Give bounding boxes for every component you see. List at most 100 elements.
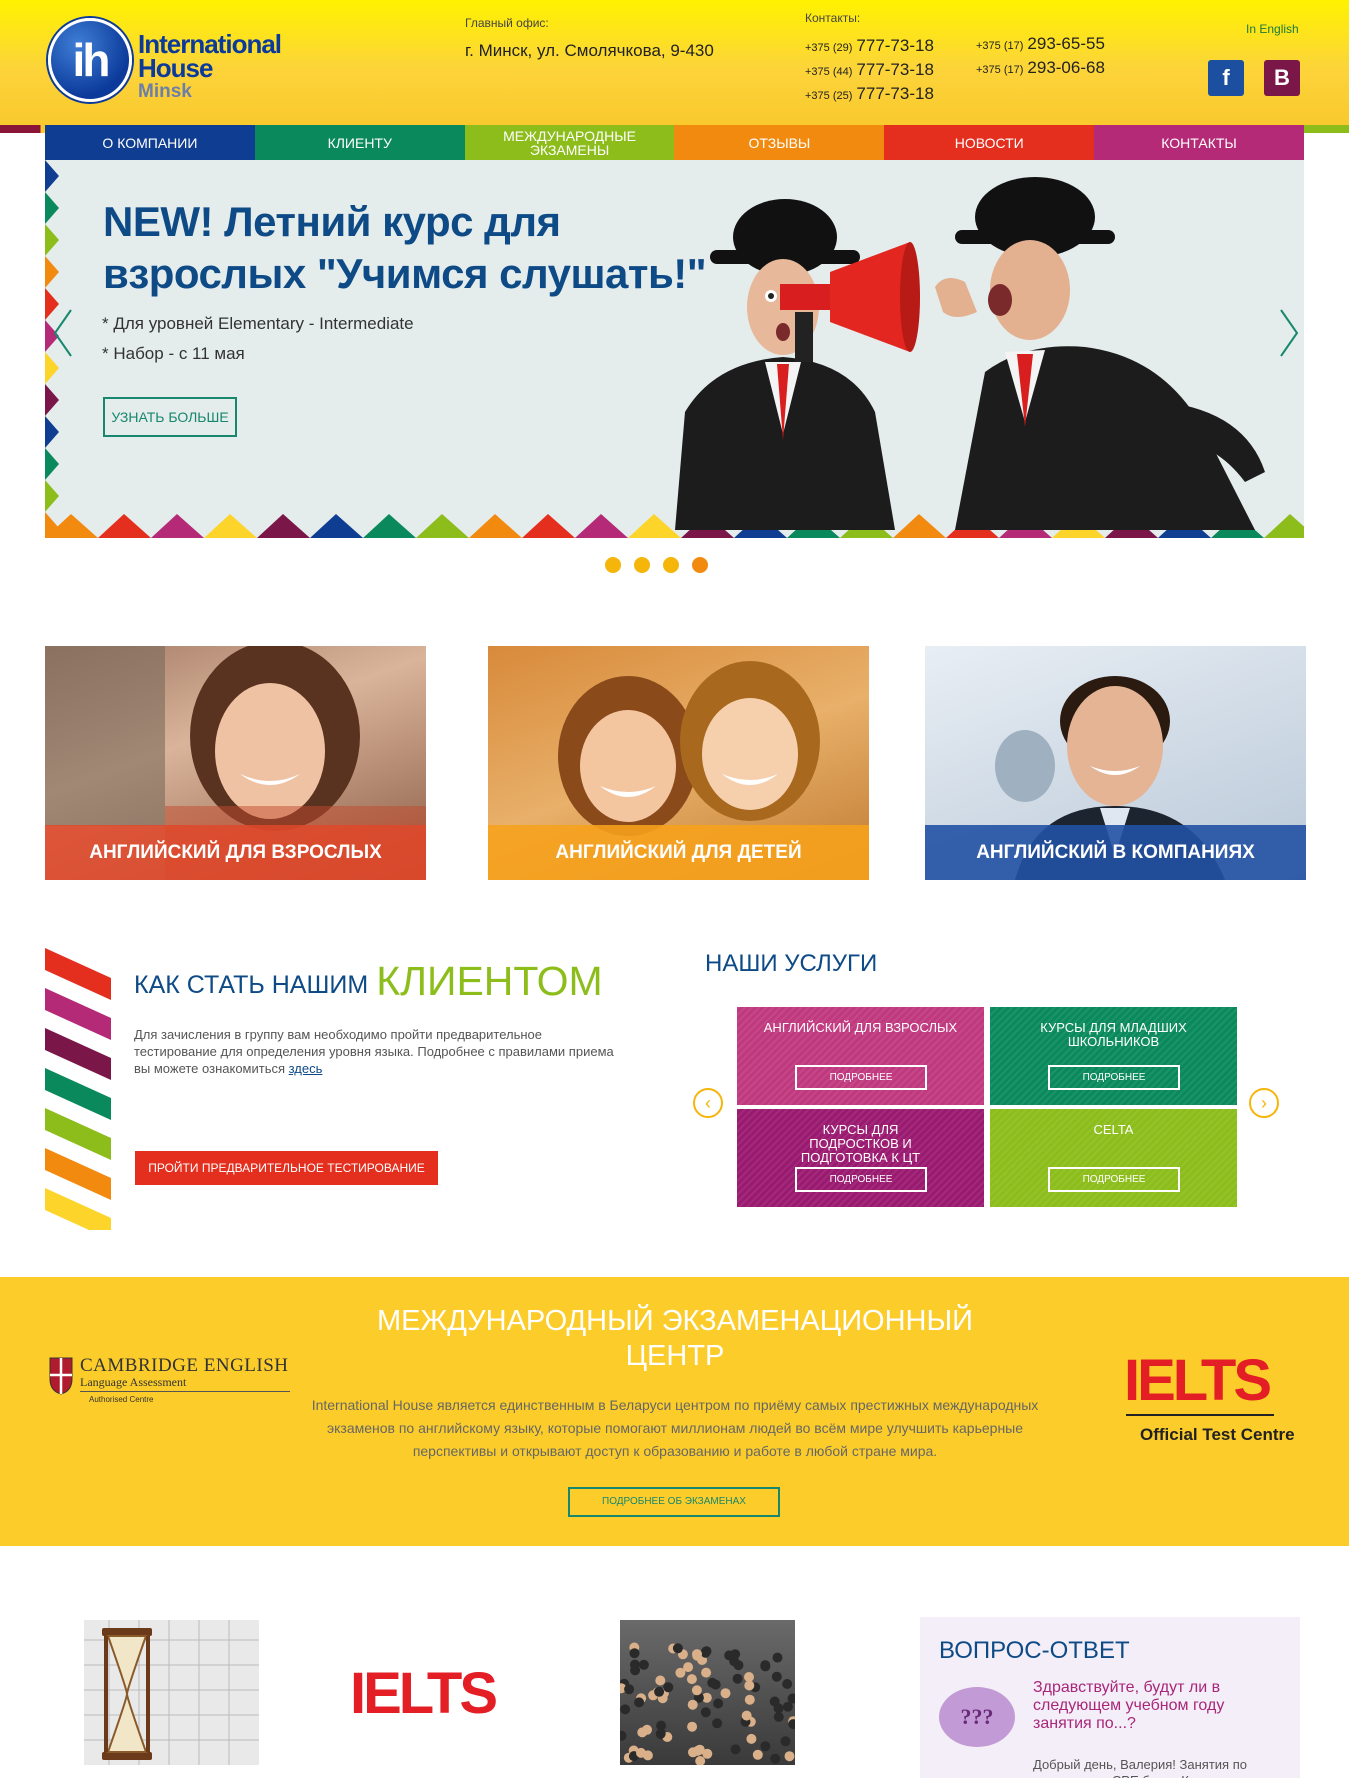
exams-more-button[interactable]: ПОДРОБНЕЕ ОБ ЭКЗАМЕНАХ bbox=[568, 1487, 780, 1517]
slider-triangle bbox=[45, 224, 59, 256]
slide-illustration bbox=[675, 177, 1265, 530]
service-card[interactable]: CELTA ПОДРОБНЕЕ bbox=[990, 1109, 1237, 1207]
logo-subtitle: Minsk bbox=[138, 81, 192, 102]
slider-triangle bbox=[45, 480, 59, 512]
services-next-icon[interactable]: › bbox=[1249, 1088, 1279, 1118]
cambridge-divider bbox=[80, 1391, 290, 1392]
office-label: Главный офис: bbox=[465, 16, 549, 30]
phone-number[interactable]: +375 (29) 777-73-18 bbox=[805, 35, 934, 59]
crowd-head bbox=[720, 1688, 731, 1699]
nav-item-reviews[interactable]: ОТЗЫВЫ bbox=[674, 125, 885, 160]
slider-dot[interactable] bbox=[605, 557, 621, 573]
faq-title: ВОПРОС-ОТВЕТ bbox=[939, 1637, 1130, 1664]
crowd-head bbox=[770, 1753, 781, 1764]
chevron-stripe bbox=[45, 988, 111, 1040]
slider-triangle bbox=[522, 514, 575, 538]
hourglass-icon bbox=[84, 1620, 259, 1765]
slider-triangle bbox=[469, 514, 522, 538]
nav-edge bbox=[1304, 125, 1349, 133]
rules-link[interactable]: здесь bbox=[289, 1061, 323, 1076]
category-label: АНГЛИЙСКИЙ ДЛЯ ВЗРОСЛЫХ bbox=[45, 825, 426, 880]
crowd-head bbox=[700, 1707, 711, 1718]
slider-next-icon[interactable] bbox=[1277, 308, 1301, 358]
service-label: КУРСЫ ДЛЯ ПОДРОСТКОВ И ПОДГОТОВКА К ЦТ bbox=[800, 1122, 921, 1165]
facebook-icon[interactable]: f bbox=[1208, 60, 1244, 96]
chevron-stripe bbox=[45, 1028, 111, 1080]
faq-widget: ВОПРОС-ОТВЕТ ??? Здравствуйте, будут ли … bbox=[920, 1617, 1300, 1778]
crowd-head bbox=[691, 1685, 702, 1696]
pretest-button[interactable]: ПРОЙТИ ПРЕДВАРИТЕЛЬНОЕ ТЕСТИРОВАНИЕ bbox=[135, 1151, 438, 1185]
service-more-button[interactable]: ПОДРОБНЕЕ bbox=[1048, 1167, 1180, 1192]
slider-dots bbox=[605, 557, 708, 573]
nav-item-contacts[interactable]: КОНТАКТЫ bbox=[1094, 125, 1304, 160]
crowd-head bbox=[642, 1750, 653, 1761]
slide-bullet: * Набор - с 11 мая bbox=[102, 344, 245, 363]
crowd-head bbox=[782, 1701, 793, 1712]
service-more-button[interactable]: ПОДРОБНЕЕ bbox=[1048, 1065, 1180, 1090]
slider-dot[interactable] bbox=[692, 557, 708, 573]
hero-slider: NEW! Летний курс для взрослых "Учимся сл… bbox=[45, 160, 1304, 538]
news-thumb-hourglass[interactable] bbox=[84, 1620, 259, 1765]
faq-question-link[interactable]: Здравствуйте, будут ли в следующем учебн… bbox=[1033, 1679, 1233, 1733]
lang-switch-link[interactable]: In English bbox=[1246, 22, 1299, 36]
nav-item-clients[interactable]: КЛИЕНТУ bbox=[254, 125, 465, 160]
phones-left: +375 (29) 777-73-18 +375 (44) 777-73-18 +3… bbox=[805, 35, 934, 107]
faq-answer: Добрый день, Валерия! Занятия по подгото… bbox=[1033, 1757, 1247, 1778]
service-card[interactable]: АНГЛИЙСКИЙ ДЛЯ ВЗРОСЛЫХ ПОДРОБНЕЕ bbox=[737, 1007, 984, 1105]
service-card[interactable]: КУРСЫ ДЛЯ МЛАДШИХ ШКОЛЬНИКОВ ПОДРОБНЕЕ bbox=[990, 1007, 1237, 1105]
category-card-kids[interactable]: АНГЛИЙСКИЙ ДЛЯ ДЕТЕЙ bbox=[488, 646, 869, 880]
client-title: КАК СТАТЬ НАШИМ КЛИЕНТОМ bbox=[134, 958, 603, 1004]
crowd-head bbox=[687, 1721, 698, 1732]
crowd-head bbox=[752, 1749, 763, 1760]
slider-triangle bbox=[363, 514, 416, 538]
news-thumb-crowd[interactable] bbox=[620, 1620, 795, 1765]
logo-text[interactable]: International House bbox=[138, 31, 303, 81]
crowd-head bbox=[630, 1665, 641, 1676]
crowd-head bbox=[634, 1697, 645, 1708]
news-ielts-logo[interactable]: IELTS bbox=[350, 1665, 498, 1723]
chevron-stripe bbox=[45, 948, 111, 1000]
phone-number[interactable]: +375 (17) 293-06-68 bbox=[976, 57, 1105, 81]
slider-triangle bbox=[45, 416, 59, 448]
crowd-head bbox=[746, 1733, 757, 1744]
crowd-head bbox=[713, 1698, 724, 1709]
phone-number[interactable]: +375 (44) 777-73-18 bbox=[805, 59, 934, 83]
service-more-button[interactable]: ПОДРОБНЕЕ bbox=[795, 1167, 927, 1192]
crowd-head bbox=[700, 1647, 711, 1658]
crowd-head bbox=[784, 1751, 795, 1762]
crowd-head bbox=[655, 1728, 666, 1739]
logo-ih-text: ih bbox=[72, 34, 111, 86]
client-text: Для зачисления в группу вам необходимо п… bbox=[134, 1027, 614, 1076]
service-more-button[interactable]: ПОДРОБНЕЕ bbox=[795, 1065, 927, 1090]
nav-item-about[interactable]: О КОМПАНИИ bbox=[45, 125, 255, 160]
slider-dot[interactable] bbox=[663, 557, 679, 573]
service-label: КУРСЫ ДЛЯ МЛАДШИХ ШКОЛЬНИКОВ bbox=[1040, 1020, 1187, 1049]
service-card[interactable]: КУРСЫ ДЛЯ ПОДРОСТКОВ И ПОДГОТОВКА К ЦТ П… bbox=[737, 1109, 984, 1207]
crowd-head bbox=[744, 1680, 755, 1691]
category-card-business[interactable]: АНГЛИЙСКИЙ В КОМПАНИЯХ bbox=[925, 646, 1306, 880]
slider-triangle bbox=[45, 448, 59, 480]
crowd-head bbox=[686, 1674, 697, 1685]
learn-more-button[interactable]: УЗНАТЬ БОЛЬШЕ bbox=[103, 397, 237, 437]
crowd-head bbox=[741, 1710, 752, 1721]
crowd-head bbox=[688, 1747, 698, 1758]
chevron-stripe bbox=[45, 1148, 111, 1200]
slider-dot[interactable] bbox=[634, 557, 650, 573]
vk-icon[interactable]: B bbox=[1264, 60, 1300, 96]
crowd-head bbox=[620, 1730, 627, 1741]
cambridge-subtitle: Language Assessment bbox=[80, 1375, 187, 1389]
nav-item-news[interactable]: НОВОСТИ bbox=[884, 125, 1095, 160]
crowd-head bbox=[782, 1679, 793, 1689]
slider-prev-icon[interactable] bbox=[51, 308, 75, 358]
phone-number[interactable]: +375 (25) 777-73-18 bbox=[805, 83, 934, 107]
nav-item-exams[interactable]: МЕЖДУНАРОДНЫЕ ЭКЗАМЕНЫ bbox=[464, 125, 675, 160]
ielts-subtitle: Official Test Centre bbox=[1140, 1425, 1295, 1444]
services-prev-icon[interactable]: ‹ bbox=[693, 1088, 723, 1118]
crowd-head bbox=[772, 1652, 783, 1663]
category-card-adults[interactable]: АНГЛИЙСКИЙ ДЛЯ ВЗРОСЛЫХ bbox=[45, 646, 426, 880]
logo-icon[interactable]: ih bbox=[48, 18, 132, 102]
slide-bullet: * Для уровней Elementary - Intermediate bbox=[102, 314, 414, 333]
crowd-head bbox=[638, 1659, 649, 1670]
phone-number[interactable]: +375 (17) 293-65-55 bbox=[976, 33, 1105, 57]
office-address: г. Минск, ул. Смолячкова, 9-430 bbox=[465, 41, 714, 60]
